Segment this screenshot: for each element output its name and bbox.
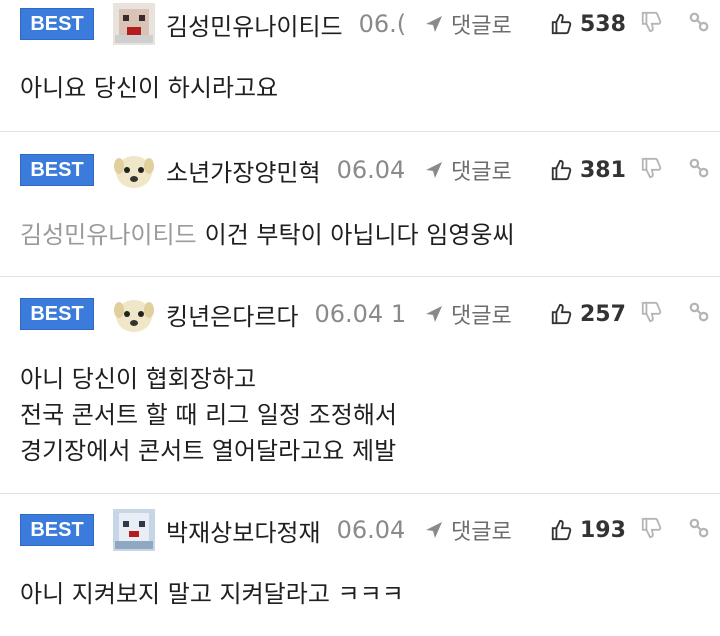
timestamp: 06.04 1 xyxy=(314,300,407,328)
dog-avatar-icon[interactable] xyxy=(110,290,158,338)
like-count: 257 xyxy=(580,301,626,327)
nickname[interactable]: 소년가장양민혁 xyxy=(166,153,321,188)
comment-body: 김성민유나이티드 이건 부탁이 아닙니다 임영웅씨 xyxy=(20,217,700,253)
like-button[interactable]: 538 xyxy=(550,12,626,37)
dislike-button[interactable] xyxy=(640,301,662,327)
reply-label: 댓글로 xyxy=(451,14,512,39)
comment-item: BEST 킹년은다르다 06.04 1 댓글로 257 아니 당신이 협회장하고… xyxy=(0,277,720,494)
comment-text: 아니요 당신이 하시라고요 xyxy=(20,74,279,102)
timestamp: 06.( xyxy=(358,10,407,38)
like-count: 538 xyxy=(580,11,626,37)
thumbs-up-icon xyxy=(551,159,572,181)
send-icon xyxy=(426,306,442,322)
nickname[interactable]: 김성민유나이티드 xyxy=(166,7,343,42)
link-button[interactable] xyxy=(688,301,710,327)
comment-text: 아니 당신이 협회장하고 전국 콘서트 할 때 리그 일정 조정해서 경기장에서… xyxy=(20,365,397,465)
send-icon xyxy=(426,16,442,32)
send-icon xyxy=(426,162,442,178)
thumbs-down-icon xyxy=(641,11,662,33)
like-button[interactable]: 257 xyxy=(550,302,626,327)
best-badge: BEST xyxy=(20,298,94,330)
link-button[interactable] xyxy=(688,11,710,37)
dislike-button[interactable] xyxy=(640,157,662,183)
reply-button[interactable]: 댓글로 xyxy=(425,8,512,40)
dislike-button[interactable] xyxy=(640,517,662,543)
best-badge: BEST xyxy=(20,8,94,40)
like-button[interactable]: 193 xyxy=(550,518,626,543)
comment-item: BEST 김성민유나이티드 06.( 댓글로 538 아니요 당신이 하시라고요 xyxy=(0,0,720,132)
best-badge: BEST xyxy=(20,514,94,546)
link-icon xyxy=(689,518,709,538)
reply-label: 댓글로 xyxy=(451,304,512,329)
reply-label: 댓글로 xyxy=(451,160,512,185)
comment-text: 아니 지켜보지 말고 지켜달라고 ㅋㅋㅋ xyxy=(20,580,404,608)
dislike-button[interactable] xyxy=(640,11,662,37)
comment-item: BEST 소년가장양민혁 06.04 댓글로 381 김성민유나이티드 이건 부… xyxy=(0,132,720,277)
link-icon xyxy=(689,12,709,32)
nickname[interactable]: 박재상보다정재 xyxy=(166,513,321,548)
reply-button[interactable]: 댓글로 xyxy=(425,298,512,330)
thumbs-down-icon xyxy=(641,301,662,323)
link-icon xyxy=(689,158,709,178)
comment-item: BEST 박재상보다정재 06.04 댓글로 193 아니 지켜보지 말고 지켜… xyxy=(0,494,720,636)
link-button[interactable] xyxy=(688,517,710,543)
dog-avatar-icon[interactable] xyxy=(110,146,158,194)
best-badge: BEST xyxy=(20,154,94,186)
nickname[interactable]: 킹년은다르다 xyxy=(166,297,298,332)
timestamp: 06.04 xyxy=(336,516,406,544)
reply-label: 댓글로 xyxy=(451,520,512,545)
mention-nickname[interactable]: 김성민유나이티드 xyxy=(20,221,197,249)
like-count: 193 xyxy=(580,517,626,543)
link-icon xyxy=(689,302,709,322)
pixel-avatar-icon[interactable] xyxy=(110,0,158,48)
thumbs-up-icon xyxy=(551,13,572,35)
link-button[interactable] xyxy=(688,157,710,183)
thumbs-down-icon xyxy=(641,517,662,539)
thumbs-down-icon xyxy=(641,157,662,179)
reply-button[interactable]: 댓글로 xyxy=(425,514,512,546)
comment-text: 이건 부탁이 아닙니다 임영웅씨 xyxy=(204,221,515,249)
thumbs-up-icon xyxy=(551,519,572,541)
timestamp: 06.04 xyxy=(336,156,406,184)
like-count: 381 xyxy=(580,157,626,183)
pixel-avatar-icon[interactable] xyxy=(110,506,158,554)
thumbs-up-icon xyxy=(551,303,572,325)
send-icon xyxy=(426,522,442,538)
like-button[interactable]: 381 xyxy=(550,158,626,183)
reply-button[interactable]: 댓글로 xyxy=(425,154,512,186)
